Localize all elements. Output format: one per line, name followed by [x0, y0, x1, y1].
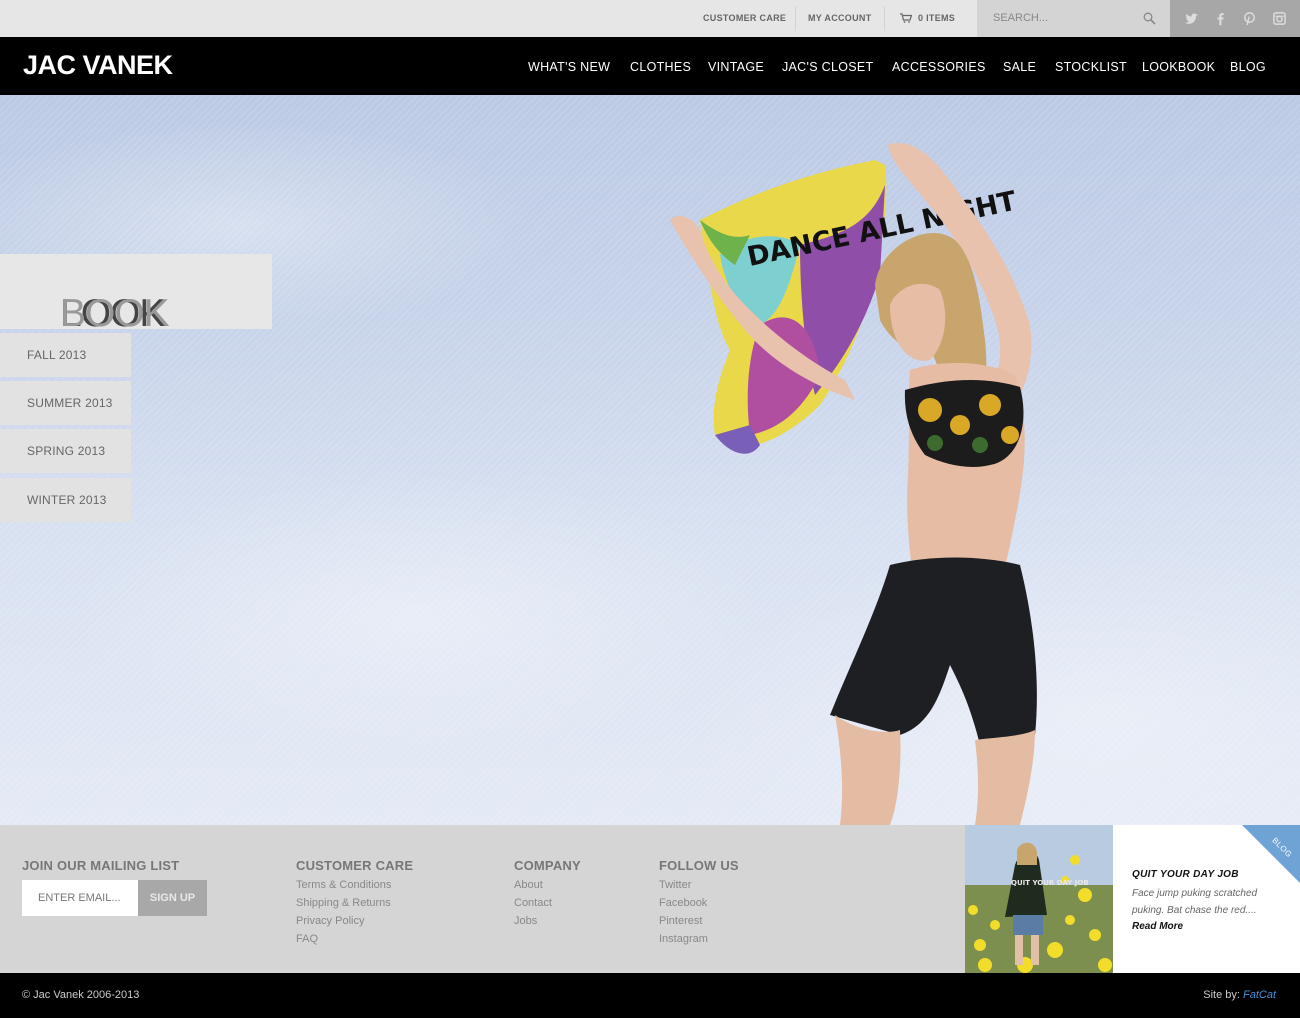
- company-heading: COMPANY: [514, 858, 581, 873]
- cart-icon[interactable]: [900, 13, 912, 23]
- jobs-link[interactable]: Jobs: [514, 915, 537, 927]
- nav-vintage[interactable]: VINTAGE: [708, 37, 764, 95]
- cart-items-link[interactable]: 0 ITEMS: [918, 0, 955, 37]
- season-spring-2013[interactable]: SPRING 2013: [0, 429, 131, 473]
- instagram-icon[interactable]: [1272, 11, 1287, 26]
- season-winter-2013[interactable]: WINTER 2013: [0, 478, 131, 522]
- nav-sale[interactable]: SALE: [1003, 37, 1036, 95]
- faq-link[interactable]: FAQ: [296, 933, 318, 945]
- blog-post-title[interactable]: QUIT YOUR DAY JOB: [1132, 869, 1239, 880]
- hero-banner: DANCE ALL NIGHT LOOK BOOK FALL 2013 SUMME…: [0, 95, 1300, 825]
- main-navbar: JAC VANEK WHAT'S NEW CLOTHES VINTAGE JAC…: [0, 37, 1300, 95]
- about-link[interactable]: About: [514, 879, 543, 891]
- pinterest-icon[interactable]: [1242, 11, 1257, 26]
- hero-model-image: DANCE ALL NIGHT: [670, 143, 1037, 825]
- social-icons: [1170, 0, 1300, 37]
- credit-prefix: Site by:: [1203, 989, 1240, 1001]
- nav-blog[interactable]: BLOG: [1230, 37, 1266, 95]
- footer: JOIN OUR MAILING LIST SIGN UP CUSTOMER C…: [0, 825, 965, 973]
- twitter-link[interactable]: Twitter: [659, 879, 691, 891]
- read-more-link[interactable]: Read More: [1132, 921, 1183, 932]
- utility-bar: CUSTOMER CARE MY ACCOUNT 0 ITEMS: [0, 0, 1300, 37]
- search-icon[interactable]: [1143, 12, 1156, 25]
- nav-lookbook[interactable]: LOOKBOOK: [1142, 37, 1215, 95]
- facebook-link[interactable]: Facebook: [659, 897, 707, 909]
- privacy-link[interactable]: Privacy Policy: [296, 915, 364, 927]
- season-summer-2013[interactable]: SUMMER 2013: [0, 381, 131, 425]
- site-credit: Site by: FatCat: [1203, 989, 1276, 1001]
- nav-clothes[interactable]: CLOTHES: [630, 37, 691, 95]
- nav-whats-new[interactable]: WHAT'S NEW: [528, 37, 610, 95]
- blog-thumbnail[interactable]: QUIT YOUR DAY JOB: [965, 825, 1113, 973]
- divider: [795, 6, 796, 31]
- season-fall-2013[interactable]: FALL 2013: [0, 333, 131, 377]
- follow-heading: FOLLOW US: [659, 858, 739, 873]
- fatcat-link[interactable]: FatCat: [1243, 989, 1276, 1001]
- logo[interactable]: JAC VANEK: [23, 50, 173, 81]
- nav-jacs-closet[interactable]: JAC'S CLOSET: [782, 37, 873, 95]
- blog-image-text: QUIT YOUR DAY JOB: [1011, 879, 1089, 887]
- contact-link[interactable]: Contact: [514, 897, 552, 909]
- customer-care-heading: CUSTOMER CARE: [296, 858, 414, 873]
- nav-accessories[interactable]: ACCESSORIES: [892, 37, 986, 95]
- my-account-link[interactable]: MY ACCOUNT: [808, 0, 872, 37]
- shipping-link[interactable]: Shipping & Returns: [296, 897, 391, 909]
- sign-up-button[interactable]: SIGN UP: [138, 880, 207, 916]
- mailing-heading: JOIN OUR MAILING LIST: [22, 858, 180, 873]
- twitter-icon[interactable]: [1184, 11, 1199, 26]
- search-box: [977, 0, 1170, 37]
- divider: [884, 6, 885, 31]
- email-field[interactable]: [22, 880, 138, 916]
- blog-card[interactable]: BLOG QUIT YOUR DAY JOB Face jump puking …: [1113, 825, 1300, 973]
- copyright: © Jac Vanek 2006-2013: [22, 989, 140, 1001]
- customer-care-link[interactable]: CUSTOMER CARE: [703, 0, 786, 37]
- terms-link[interactable]: Terms & Conditions: [296, 879, 391, 891]
- lookbook-title: LOOK BOOK: [0, 254, 272, 335]
- facebook-icon[interactable]: [1213, 11, 1228, 26]
- blog-excerpt: Face jump puking scratched puking. Bat c…: [1132, 888, 1258, 916]
- nav-stocklist[interactable]: STOCKLIST: [1055, 37, 1127, 95]
- lookbook-heading-light: BOOK: [60, 292, 170, 335]
- pinterest-link[interactable]: Pinterest: [659, 915, 702, 927]
- search-input[interactable]: [993, 0, 1133, 37]
- bottom-bar: © Jac Vanek 2006-2013 Site by: FatCat: [0, 973, 1300, 1018]
- instagram-link[interactable]: Instagram: [659, 933, 708, 945]
